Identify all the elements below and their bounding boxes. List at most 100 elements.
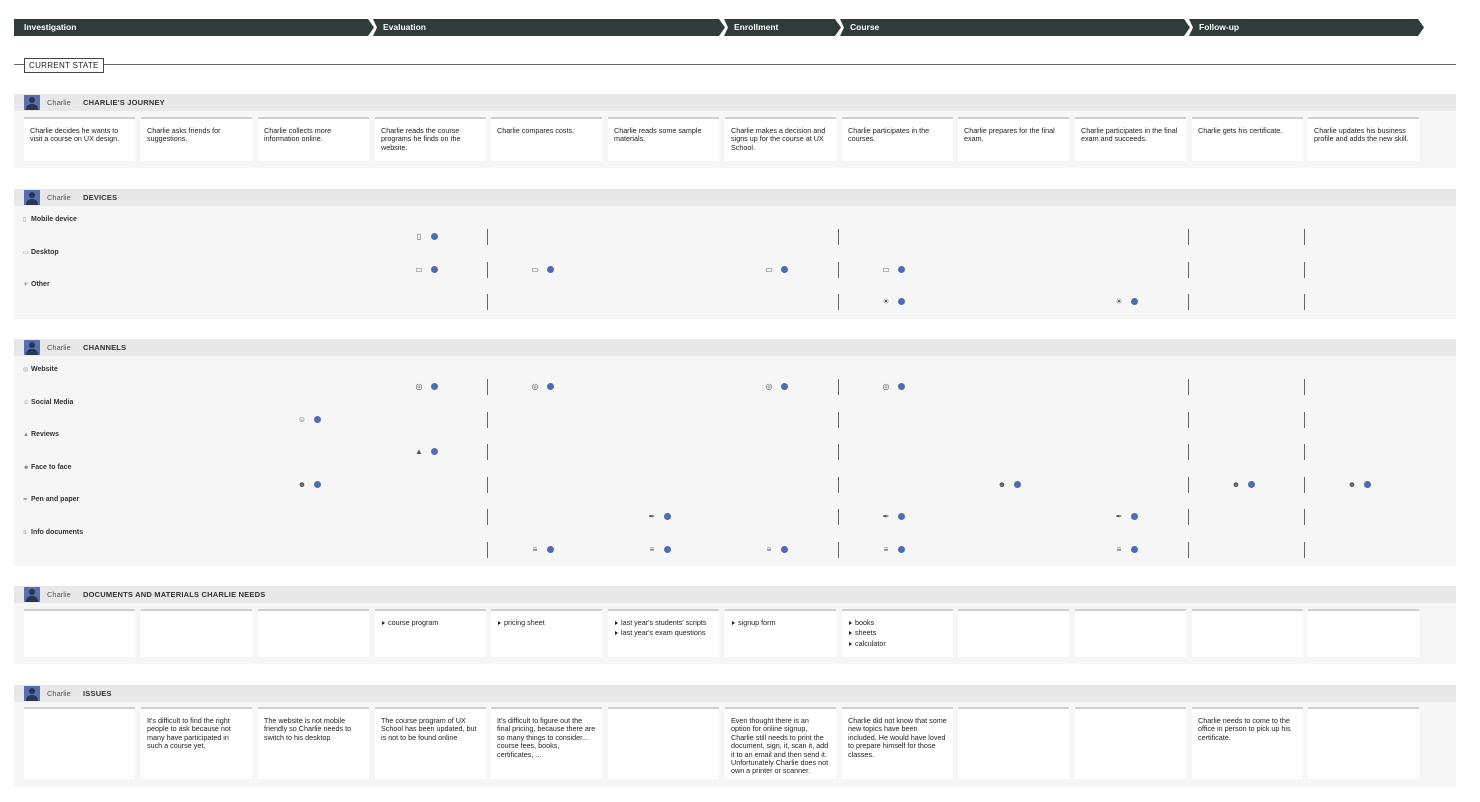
devices-section: Charlie DEVICES: [14, 189, 1456, 319]
gadget-icon: ☀: [1115, 297, 1123, 306]
mobile-icon: ▯: [416, 232, 422, 241]
row-label-text: Info documents: [31, 529, 84, 536]
desktop-icon: ▭: [765, 264, 773, 274]
phase-divider: [838, 542, 839, 558]
phase-divider: [838, 476, 839, 493]
thumbs-up-icon: ▲: [415, 447, 423, 457]
avatar: [24, 587, 40, 602]
pen-icon: ✒: [648, 512, 656, 522]
mobile-icon: ▯: [23, 217, 27, 223]
phase-divider: [1188, 476, 1189, 493]
touchpoint-dot: [1364, 480, 1371, 488]
document-icon: ≡: [23, 530, 27, 536]
row-label-text: Other: [31, 281, 50, 288]
section-title: DOCUMENTS AND MATERIALS CHARLIE NEEDS: [83, 590, 266, 599]
step-card: [24, 707, 135, 779]
step-card: [958, 609, 1069, 657]
avatar: [24, 190, 40, 205]
document-item: last year's students' scripts: [614, 618, 713, 627]
touchpoint-dot: [898, 298, 905, 305]
document-icon: ≡: [766, 545, 772, 554]
phase-divider: [838, 411, 839, 428]
row-label-text: Social Media: [31, 398, 74, 406]
issues-section: Charlie ISSUES It's difficult to find th…: [14, 685, 1456, 787]
phase-divider: [1188, 261, 1189, 278]
section-title: CHANNELS: [83, 343, 127, 352]
phase-divider: [487, 294, 488, 310]
website-icon: ◎: [882, 382, 890, 391]
row-label-text: Mobile device: [31, 216, 77, 223]
document-icon: ≡: [883, 545, 889, 554]
step-card: It's difficult to find the right people …: [141, 707, 252, 779]
phase-divider: [1188, 379, 1189, 395]
document-icon: ≡: [532, 545, 538, 554]
state-label: CURRENT STATE: [24, 58, 104, 73]
touchpoint-dot: [314, 415, 321, 423]
step-card: The course program of UX School has been…: [375, 707, 486, 779]
touchpoint-dot: [898, 265, 905, 273]
desktop-icon: ▭: [23, 249, 29, 256]
website-icon: ◎: [415, 382, 423, 391]
phase-divider: [1304, 379, 1305, 395]
face-to-face-icon: ☻: [997, 479, 1007, 489]
document-item: sheets: [848, 628, 947, 637]
persona-name: Charlie: [47, 98, 71, 107]
step-card: Charlie reads some sample materials.: [608, 117, 719, 161]
row-label-text: Reviews: [31, 431, 60, 439]
social-media-icon: ☺: [23, 399, 30, 406]
touchpoint-dot: [547, 265, 554, 273]
persona-name: Charlie: [47, 689, 71, 698]
row-label-text: Desktop: [31, 248, 59, 256]
gadget-icon: ☀: [23, 282, 29, 288]
avatar: [24, 95, 40, 110]
step-card: Charlie compares costs.: [491, 117, 602, 161]
document-item: calculator: [848, 639, 947, 648]
section-header: Charlie DEVICES: [14, 189, 1456, 206]
row-label-text: Website: [31, 366, 58, 373]
phase-investigation: Investigation: [14, 19, 374, 36]
documents-section: Charlie DOCUMENTS AND MATERIALS CHARLIE …: [14, 586, 1456, 664]
document-item: signup form: [731, 618, 830, 627]
pen-icon: ✒: [882, 512, 890, 522]
touchpoint-dot: [664, 546, 671, 553]
phase-divider: [487, 444, 488, 461]
phase-divider: [487, 379, 488, 395]
phase-enrollment: Enrollment: [724, 19, 841, 36]
touchpoint-dot: [781, 383, 788, 390]
step-card: Charlie participates in the courses.: [842, 117, 953, 161]
step-card: [1308, 707, 1419, 779]
document-list: books sheets calculator: [848, 618, 947, 648]
desktop-icon: ▭: [531, 264, 539, 274]
face-to-face-icon: ☻: [1347, 479, 1357, 489]
touchpoint-dot: [1248, 480, 1255, 488]
section-header: Charlie CHANNELS: [14, 339, 1456, 356]
step-card: last year's students' scripts last year's…: [608, 609, 719, 657]
section-title: DEVICES: [83, 193, 118, 202]
step-card: [24, 609, 135, 657]
desktop-icon: ▭: [882, 264, 890, 274]
phase-divider: [1304, 444, 1305, 461]
touchpoint-dot: [1131, 546, 1138, 553]
step-card: [1075, 707, 1186, 779]
row-label-website: ◎ Website: [23, 365, 58, 375]
step-card: Charlie asks friends for suggestions.: [141, 117, 252, 161]
step-card: Charlie did not know that some new topic…: [842, 707, 953, 779]
touchpoint-dot: [898, 383, 905, 390]
step-card: pricing sheet: [491, 609, 602, 657]
step-card: Even thought there is an option for onli…: [725, 707, 836, 779]
step-card: It's difficult to figure out the final p…: [491, 707, 602, 779]
phase-divider: [487, 411, 488, 428]
step-card: [141, 609, 252, 657]
section-header: Charlie CHARLIE'S JOURNEY: [14, 94, 1456, 111]
phase-divider: [1188, 411, 1189, 428]
step-card: signup form: [725, 609, 836, 657]
touchpoint-dot: [547, 383, 554, 390]
touchpoint-dot: [431, 383, 438, 390]
row-label-face-to-face: ☻ Face to face: [23, 463, 71, 473]
step-card: Charlie updates his business profile and…: [1308, 117, 1419, 161]
step-card: Charlie prepares for the final exam.: [958, 117, 1069, 161]
row-label-desktop: ▭ Desktop: [23, 248, 59, 258]
step-card: [1192, 609, 1303, 657]
phase-divider: [1188, 294, 1189, 310]
phase-course: Course: [840, 19, 1190, 36]
